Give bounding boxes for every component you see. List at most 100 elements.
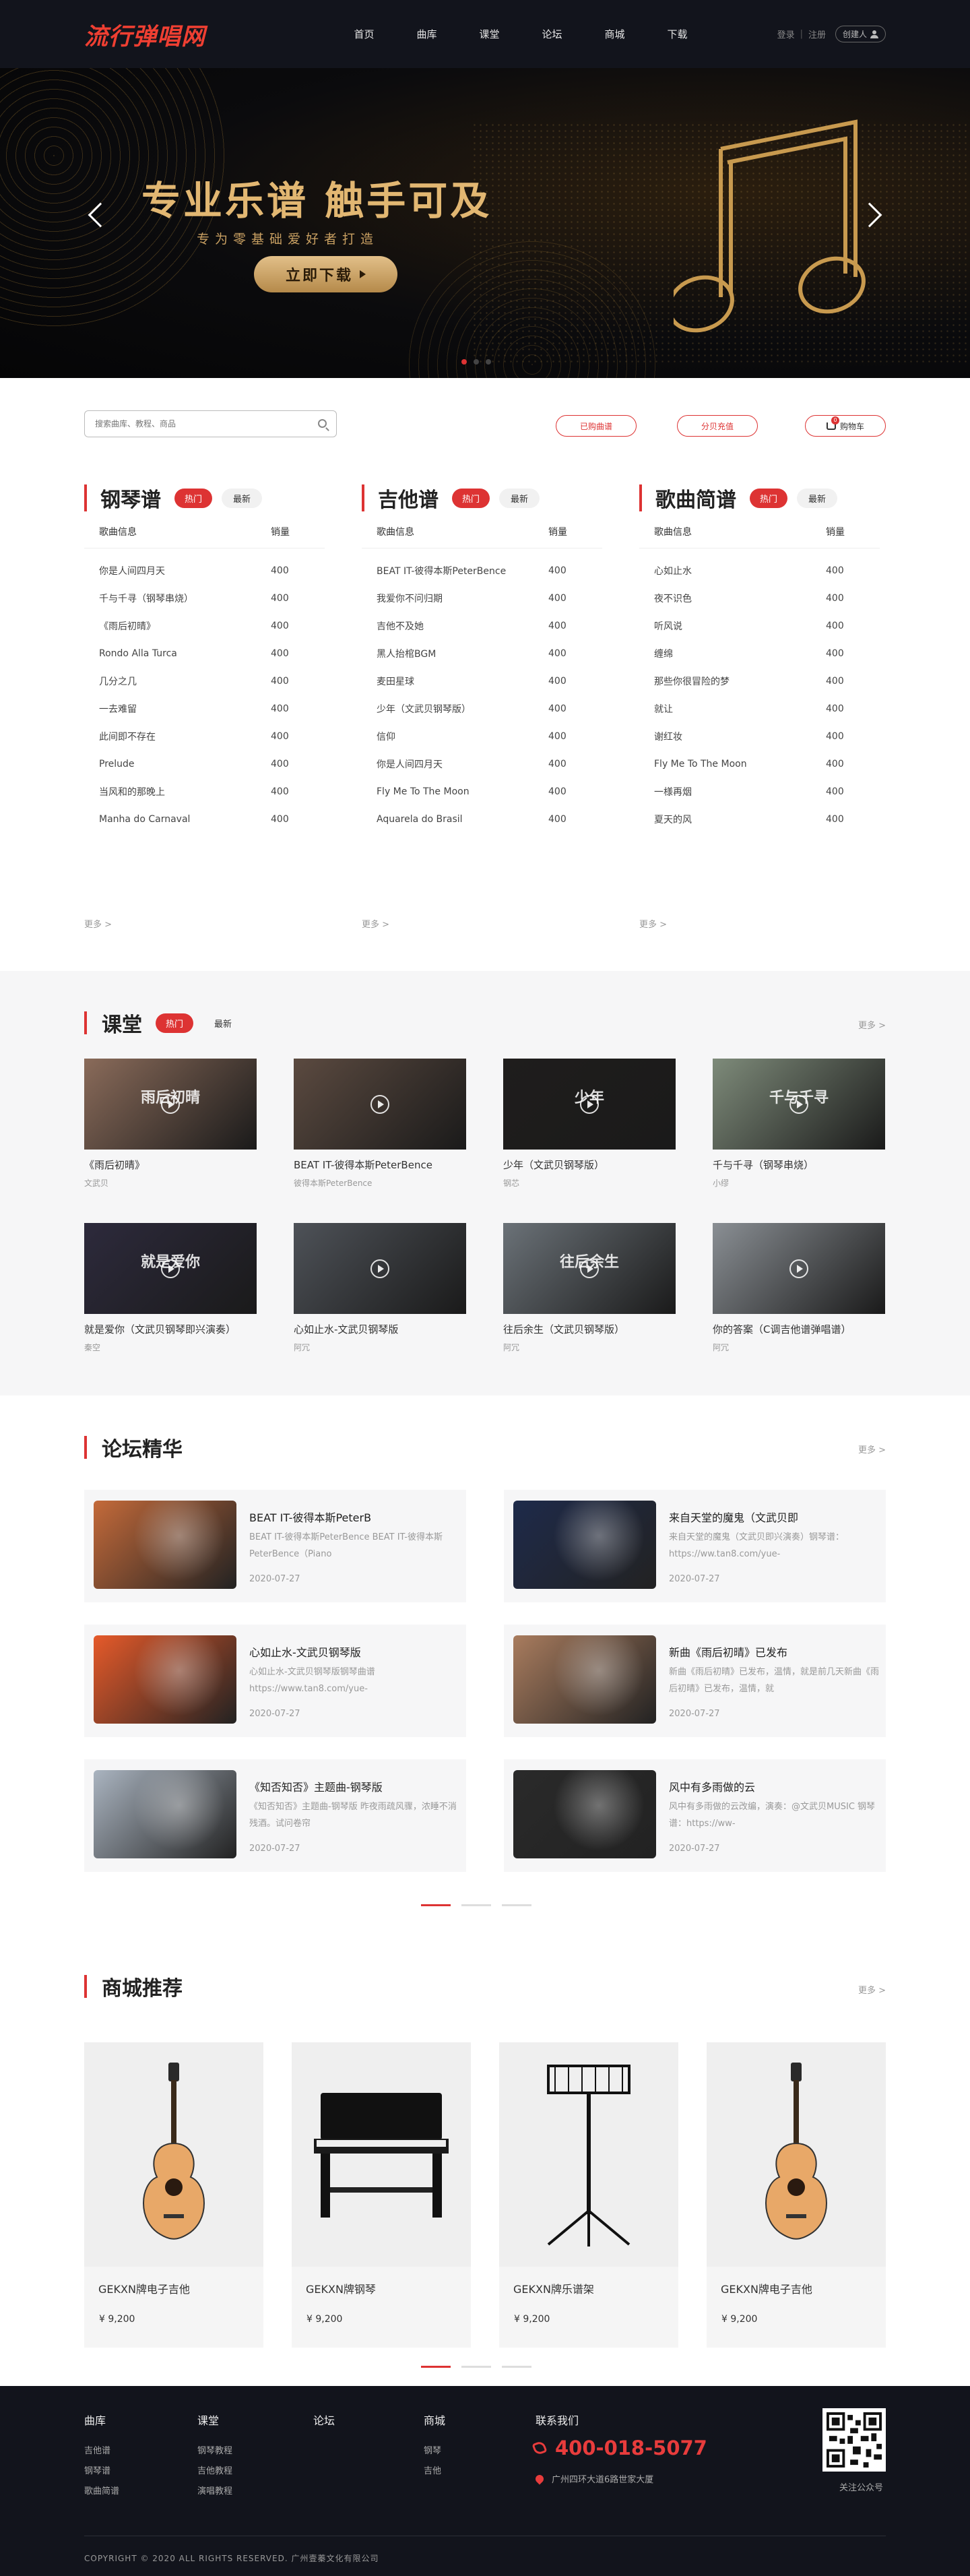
post-title[interactable]: 风中有多雨做的云: [669, 1778, 878, 1794]
table-row[interactable]: 一様再烟 400: [639, 778, 880, 805]
table-row[interactable]: 那些你很冒险的梦 400: [639, 667, 880, 695]
video-thumbnail[interactable]: 少年: [503, 1059, 676, 1150]
table-row[interactable]: 黑人抬棺BGM 400: [362, 639, 602, 667]
table-row[interactable]: 一去难留 400: [84, 695, 325, 722]
product-name[interactable]: GEKXN牌电子吉他: [707, 2267, 886, 2296]
footer-link[interactable]: 钢琴教程: [197, 2441, 232, 2461]
more-link[interactable]: 更多 >: [858, 1443, 886, 1455]
pager-dot[interactable]: [502, 2366, 531, 2368]
footer-link[interactable]: 歌曲简谱: [84, 2482, 119, 2502]
post-image[interactable]: [94, 1635, 236, 1724]
pager-dot[interactable]: [421, 2366, 451, 2368]
product-name[interactable]: GEKXN牌电子吉他: [84, 2267, 263, 2296]
table-row[interactable]: 信仰 400: [362, 722, 602, 750]
more-link[interactable]: 更多 >: [858, 1983, 886, 1996]
tab-hot[interactable]: 热门: [750, 488, 788, 508]
banner-dot[interactable]: [461, 359, 467, 365]
table-row[interactable]: Rondo Alla Turca 400: [84, 639, 325, 667]
video-card[interactable]: 少年 少年（文武贝钢琴版） 钢芯: [503, 1059, 676, 1189]
table-row[interactable]: 缠绵 400: [639, 639, 880, 667]
video-card[interactable]: 你的答案（C调吉他谱弹唱谱） 阿冗: [713, 1223, 885, 1353]
table-row[interactable]: 吉他不及她 400: [362, 612, 602, 639]
table-row[interactable]: BEAT IT-彼得本斯PeterBence 400: [362, 557, 602, 584]
tab-hot[interactable]: 热门: [156, 1013, 194, 1033]
footer-link[interactable]: 钢琴谱: [84, 2461, 119, 2482]
nav-forum[interactable]: 论坛: [521, 27, 583, 41]
login-link[interactable]: 登录: [777, 28, 795, 40]
table-row[interactable]: Prelude 400: [84, 750, 325, 778]
download-now-button[interactable]: 立即下载: [254, 256, 397, 292]
forum-card[interactable]: 《知否知否》主题曲-钢琴版 《知否知否》主题曲-钢琴版 昨夜雨疏风骤，浓睡不消残酒…: [84, 1759, 466, 1872]
video-thumbnail[interactable]: 千与千寻: [713, 1059, 885, 1150]
table-row[interactable]: 此间即不存在 400: [84, 722, 325, 750]
footer-link[interactable]: 演唱教程: [197, 2482, 232, 2502]
pager-dot[interactable]: [421, 1904, 451, 1906]
video-title[interactable]: BEAT IT-彼得本斯PeterBence: [294, 1158, 466, 1172]
play-icon[interactable]: [161, 1095, 180, 1114]
nav-library[interactable]: 曲库: [395, 27, 458, 41]
video-title[interactable]: 心如止水-文武贝钢琴版: [294, 1322, 466, 1336]
video-thumbnail[interactable]: [294, 1059, 466, 1150]
video-card[interactable]: 心如止水-文武贝钢琴版 阿冗: [294, 1223, 466, 1353]
product-name[interactable]: GEKXN牌钢琴: [292, 2267, 471, 2296]
post-image[interactable]: [513, 1635, 656, 1724]
video-title[interactable]: 少年（文武贝钢琴版）: [503, 1158, 676, 1172]
table-row[interactable]: 千与千寻（钢琴串烧） 400: [84, 584, 325, 612]
video-thumbnail[interactable]: [294, 1223, 466, 1314]
site-logo[interactable]: 流行弹唱网: [84, 18, 205, 52]
video-title[interactable]: 往后余生（文武贝钢琴版）: [503, 1322, 676, 1336]
table-row[interactable]: Fly Me To The Moon 400: [362, 778, 602, 805]
pager-dot[interactable]: [461, 2366, 491, 2368]
table-row[interactable]: 我爱你不问归期 400: [362, 584, 602, 612]
more-link[interactable]: 更多 >: [858, 1018, 886, 1031]
play-icon[interactable]: [370, 1259, 389, 1278]
table-row[interactable]: 《雨后初晴》 400: [84, 612, 325, 639]
video-title[interactable]: 你的答案（C调吉他谱弹唱谱）: [713, 1322, 885, 1336]
product-card[interactable]: GEKXN牌乐谱架 ¥ 9,200: [499, 2042, 678, 2348]
table-row[interactable]: 夜不识色 400: [639, 584, 880, 612]
post-image[interactable]: [94, 1770, 236, 1858]
footer-link[interactable]: 钢琴: [424, 2441, 445, 2461]
topup-button[interactable]: 分贝充值: [677, 415, 758, 437]
tab-hot[interactable]: 热门: [174, 488, 213, 508]
search-input[interactable]: [85, 411, 300, 437]
nav-home[interactable]: 首页: [333, 27, 395, 41]
play-icon[interactable]: [789, 1095, 808, 1114]
table-row[interactable]: 几分之几 400: [84, 667, 325, 695]
table-row[interactable]: 听风说 400: [639, 612, 880, 639]
video-thumbnail[interactable]: 就是爱你: [84, 1223, 257, 1314]
video-thumbnail[interactable]: 往后余生: [503, 1223, 676, 1314]
table-row[interactable]: 心如止水 400: [639, 557, 880, 584]
nav-course[interactable]: 课堂: [458, 27, 521, 41]
table-row[interactable]: 你是人间四月天 400: [362, 750, 602, 778]
tab-new[interactable]: 最新: [499, 488, 540, 508]
video-title[interactable]: 《雨后初晴》: [84, 1158, 257, 1172]
product-card[interactable]: GEKXN牌钢琴 ¥ 9,200: [292, 2042, 471, 2348]
post-title[interactable]: 《知否知否》主题曲-钢琴版: [249, 1778, 458, 1794]
product-image[interactable]: [84, 2042, 263, 2267]
play-icon[interactable]: [580, 1095, 599, 1114]
table-row[interactable]: Aquarela do Brasil 400: [362, 805, 602, 833]
video-card[interactable]: 就是爱你 就是爱你（文武贝钢琴即兴演奏） 秦空: [84, 1223, 257, 1353]
tab-new[interactable]: 最新: [222, 488, 263, 508]
post-title[interactable]: BEAT IT-彼得本斯PeterB: [249, 1509, 458, 1525]
play-icon[interactable]: [580, 1259, 599, 1278]
video-title[interactable]: 千与千寻（钢琴串烧）: [713, 1158, 885, 1172]
footer-link[interactable]: 吉他谱: [84, 2441, 119, 2461]
tab-new[interactable]: 最新: [203, 1013, 243, 1033]
tab-hot[interactable]: 热门: [452, 488, 490, 508]
video-thumbnail[interactable]: [713, 1223, 885, 1314]
table-row[interactable]: 少年（文武贝钢琴版） 400: [362, 695, 602, 722]
banner-dot[interactable]: [474, 359, 479, 365]
product-image[interactable]: [707, 2042, 886, 2267]
video-thumbnail[interactable]: 雨后初晴: [84, 1059, 257, 1150]
nav-shop[interactable]: 商城: [583, 27, 646, 41]
video-card[interactable]: 雨后初晴 《雨后初晴》 文武贝: [84, 1059, 257, 1189]
table-row[interactable]: Manha do Carnaval 400: [84, 805, 325, 833]
forum-card[interactable]: 新曲《雨后初晴》已发布 新曲《雨后初晴》已发布，温情，就是前几天新曲《雨后初晴》已…: [504, 1625, 886, 1737]
bought-sheets-button[interactable]: 已购曲谱: [556, 415, 637, 437]
video-card[interactable]: 千与千寻 千与千寻（钢琴串烧） 小缪: [713, 1059, 885, 1189]
post-title[interactable]: 新曲《雨后初晴》已发布: [669, 1643, 878, 1660]
table-row[interactable]: Fly Me To The Moon 400: [639, 750, 880, 778]
footer-link[interactable]: 吉他: [424, 2461, 445, 2482]
